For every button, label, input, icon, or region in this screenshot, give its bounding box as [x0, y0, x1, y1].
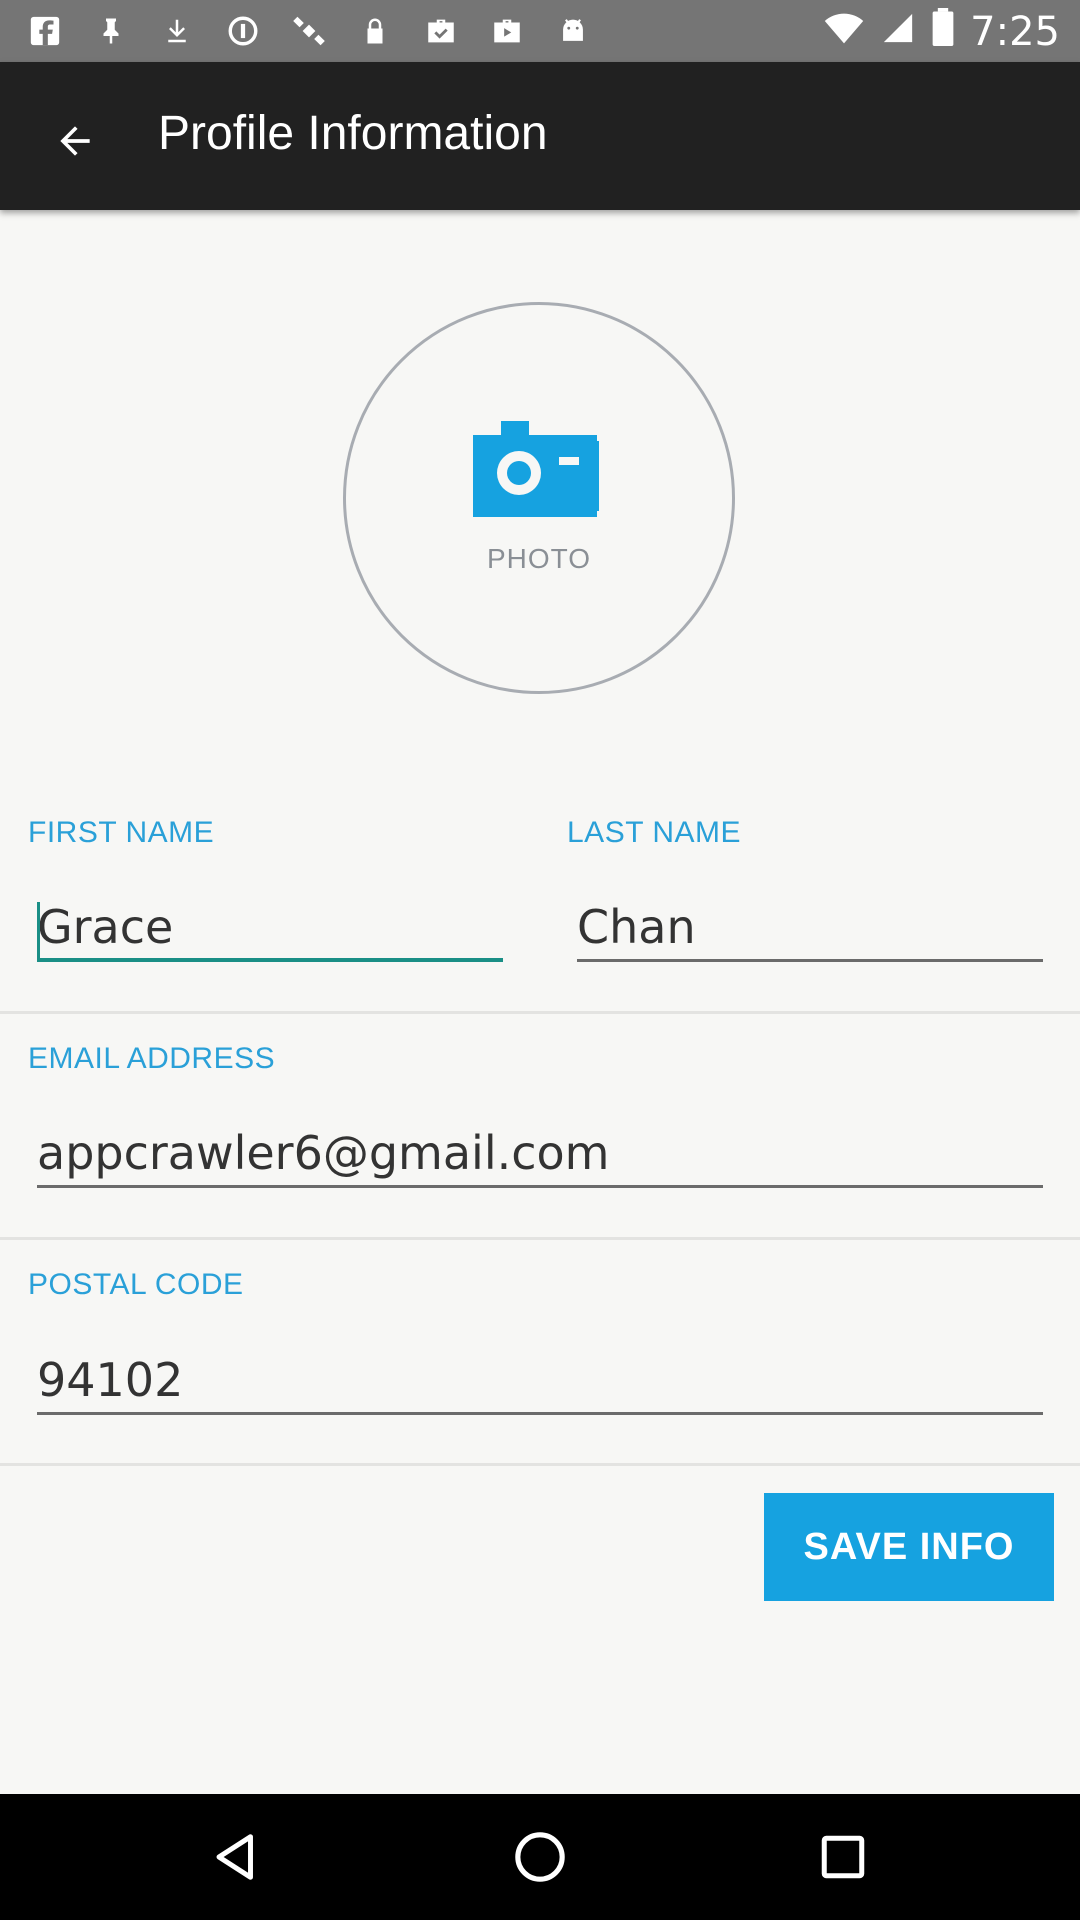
nav-back-button[interactable] — [202, 1822, 272, 1892]
photo-label: PHOTO — [486, 543, 592, 574]
download-icon — [158, 12, 196, 50]
triangle-back-icon — [216, 1834, 253, 1880]
postal-code-field[interactable]: 94102 — [37, 1349, 1043, 1415]
profile-photo-button[interactable]: PHOTO — [343, 302, 735, 694]
camera-icon — [473, 421, 599, 517]
lock-icon — [356, 12, 394, 50]
nav-home-button[interactable] — [505, 1822, 575, 1892]
clock-text: 7:25 — [970, 9, 1060, 55]
save-info-button[interactable]: SAVE INFO — [764, 1493, 1054, 1601]
back-button[interactable] — [40, 106, 110, 176]
circle-icon — [224, 12, 262, 50]
last-name-value: Chan — [577, 900, 696, 954]
last-name-field[interactable]: Chan — [577, 896, 1043, 962]
email-field[interactable]: appcrawler6@gmail.com — [37, 1122, 1043, 1188]
page-title: Profile Information — [158, 107, 548, 160]
circle-home-icon — [515, 1832, 565, 1882]
postal-code-label: POSTAL CODE — [28, 1268, 244, 1301]
text-cursor — [37, 902, 40, 960]
status-bar: 7:25 — [0, 0, 1080, 62]
first-name-value: Grace — [37, 900, 174, 954]
signal-icon — [880, 9, 916, 55]
divider — [0, 1463, 1080, 1466]
briefcase-check-icon — [422, 12, 460, 50]
nav-recents-button[interactable] — [808, 1822, 878, 1892]
app-bar: Profile Information — [0, 62, 1080, 210]
fb-icon — [26, 12, 64, 50]
divider — [0, 1237, 1080, 1240]
square-recents-icon — [821, 1835, 865, 1879]
system-nav-bar — [0, 1794, 1080, 1920]
divider — [0, 1011, 1080, 1014]
battery-icon — [932, 8, 954, 56]
last-name-label: LAST NAME — [567, 816, 741, 849]
first-name-field[interactable]: Grace — [37, 896, 503, 962]
android-icon — [554, 12, 592, 50]
postal-code-value: 94102 — [37, 1353, 184, 1407]
email-value: appcrawler6@gmail.com — [37, 1126, 610, 1180]
first-name-label: FIRST NAME — [28, 816, 215, 849]
briefcase-play-icon — [488, 12, 526, 50]
email-label: EMAIL ADDRESS — [28, 1042, 276, 1075]
pin-icon — [92, 12, 130, 50]
arrow-left-icon — [60, 126, 90, 156]
satellite-icon — [290, 12, 328, 50]
status-right: 7:25 — [824, 8, 1060, 56]
wifi-icon — [824, 9, 864, 55]
notification-icons — [26, 12, 592, 50]
